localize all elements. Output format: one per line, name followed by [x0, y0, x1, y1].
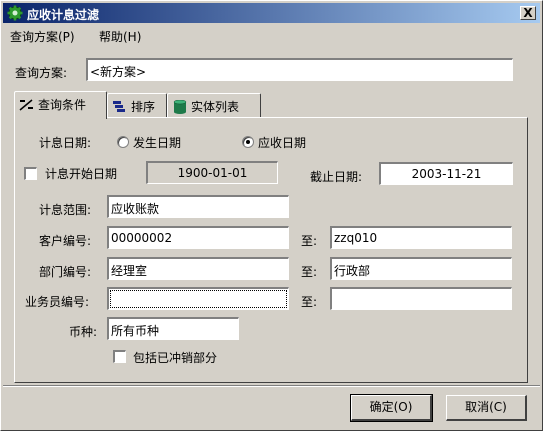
range-input[interactable]: 应收账款 [107, 195, 289, 218]
dialog-window: 应收计息过滤 X 查询方案(P) 帮助(H) 查询方案: <新方案> 查询条件 … [0, 0, 543, 431]
scheme-label: 查询方案: [15, 66, 68, 80]
tab-sort[interactable]: 排序 [107, 93, 167, 117]
include-writeoff-checkbox[interactable] [113, 350, 126, 363]
radio-occur-date[interactable] [117, 136, 129, 148]
window-title: 应收计息过滤 [27, 8, 100, 22]
app-gear-icon [7, 5, 23, 21]
start-date-checkbox[interactable] [24, 167, 37, 180]
customer-to-label: 至: [301, 234, 318, 248]
currency-label: 币种: [69, 325, 98, 339]
focus-rect [110, 290, 287, 308]
radio-receivable-date[interactable] [242, 136, 254, 148]
dept-from-input[interactable]: 经理室 [107, 257, 289, 280]
close-button[interactable]: X [520, 6, 536, 20]
scheme-input[interactable]: <新方案> [86, 58, 513, 81]
tab-entity-list-label: 实体列表 [191, 100, 240, 114]
radio-receivable-date-label: 应收日期 [258, 136, 307, 150]
customer-label: 客户编号: [39, 234, 92, 248]
tab-query-conditions-label: 查询条件 [38, 98, 87, 112]
cancel-button[interactable]: 取消(C) [446, 395, 527, 421]
dept-to-input[interactable]: 行政部 [330, 257, 512, 280]
radio-selected-dot [246, 140, 250, 144]
radio-occur-date-label: 发生日期 [133, 136, 182, 150]
end-date-label: 截止日期: [310, 170, 363, 184]
dept-label: 部门编号: [39, 265, 92, 279]
customer-from-input[interactable]: 00000002 [107, 226, 289, 249]
salesman-from-input[interactable] [107, 287, 289, 310]
salesman-label: 业务员编号: [25, 295, 90, 309]
start-date-input[interactable]: 1900-01-01 [146, 161, 278, 184]
dept-to-label: 至: [301, 265, 318, 279]
title-bar[interactable]: 应收计息过滤 X [3, 3, 540, 23]
database-icon [172, 99, 188, 117]
tab-query-conditions[interactable]: 查询条件 [14, 91, 107, 119]
tab-entity-list[interactable]: 实体列表 [167, 93, 261, 117]
salesman-to-label: 至: [301, 295, 318, 309]
tab-sort-label: 排序 [131, 100, 156, 114]
menu-query-scheme[interactable]: 查询方案(P) [10, 28, 75, 45]
range-label: 计息范围: [39, 203, 92, 217]
menu-bar: 查询方案(P) 帮助(H) [3, 25, 540, 45]
interest-date-label: 计息日期: [39, 136, 92, 150]
start-date-label: 计息开始日期 [45, 167, 118, 181]
filter-icon [19, 98, 35, 115]
ok-button[interactable]: 确定(O) [350, 394, 433, 422]
currency-input[interactable]: 所有币种 [107, 317, 239, 340]
include-writeoff-label: 包括已冲销部分 [133, 351, 218, 365]
customer-to-input[interactable]: zzq010 [330, 226, 512, 249]
query-conditions-panel [14, 117, 528, 383]
bottom-separator [3, 385, 540, 387]
end-date-input[interactable]: 2003-11-21 [379, 162, 513, 185]
sort-icon [112, 100, 128, 117]
menu-help[interactable]: 帮助(H) [99, 28, 141, 45]
salesman-to-input[interactable] [330, 287, 512, 310]
